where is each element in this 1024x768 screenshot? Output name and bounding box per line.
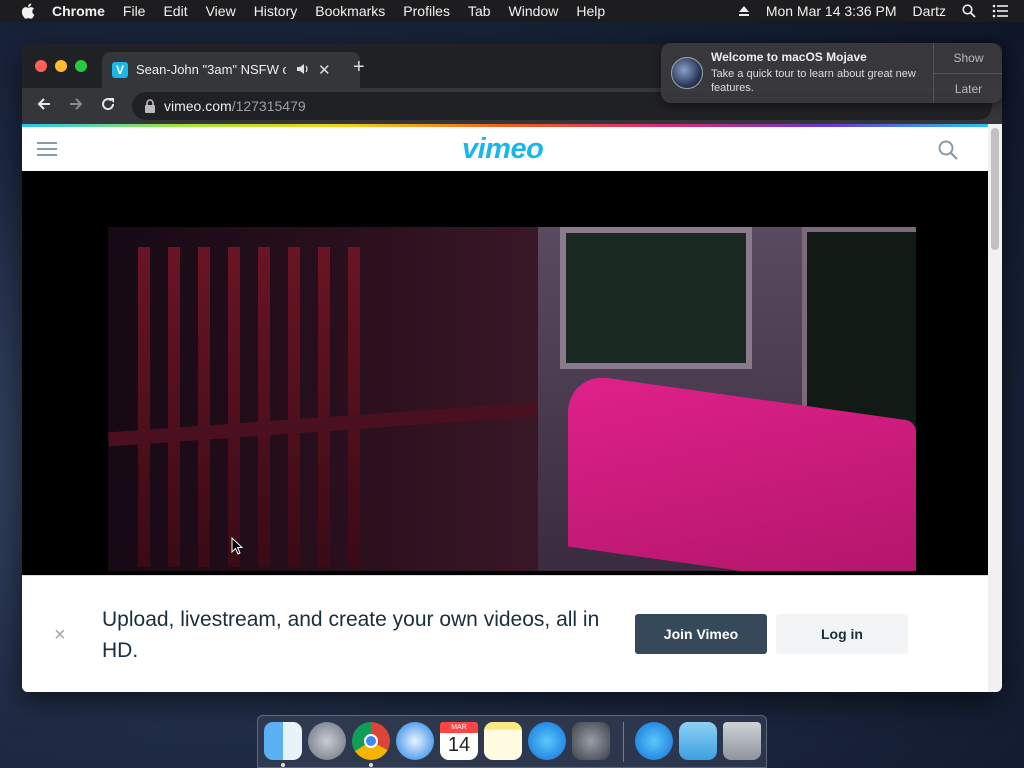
menu-bar-status: Mon Mar 14 3:36 PM Dartz [738, 0, 1024, 22]
dismiss-banner-icon[interactable]: × [54, 624, 66, 647]
chrome-icon-center [364, 734, 378, 748]
banner-headline: Upload, livestream, and create your own … [102, 608, 600, 662]
downloads-folder-icon[interactable] [679, 722, 717, 760]
url-host: vimeo.com [164, 98, 232, 114]
stair-rail [288, 247, 300, 567]
tab-vimeo[interactable]: V Sean-John "3am" NSFW o ✕ [102, 52, 360, 88]
launchpad-icon[interactable] [308, 722, 346, 760]
url-path: /127315479 [231, 98, 306, 114]
stair-rail [348, 247, 360, 567]
calendar-month: MAR [440, 722, 478, 733]
wall-picture-frame [560, 227, 752, 369]
lock-icon[interactable] [144, 99, 156, 113]
notification-body: Take a quick tour to learn about great n… [711, 68, 916, 94]
tab-title: Sean-John "3am" NSFW o [136, 62, 286, 77]
join-vimeo-button[interactable]: Join Vimeo [635, 614, 767, 654]
safari-icon[interactable] [396, 722, 434, 760]
notification-title: Welcome to macOS Mojave [711, 50, 867, 64]
mojave-icon [671, 57, 703, 89]
signup-banner: × Upload, livestream, and create your ow… [22, 575, 988, 692]
close-tab-icon[interactable]: ✕ [318, 61, 331, 79]
vimeo-logo[interactable]: vimeo [462, 133, 544, 166]
stair-rail [258, 247, 270, 567]
vimeo-favicon-icon: V [112, 62, 128, 78]
back-icon[interactable] [36, 96, 52, 112]
notification-show-button[interactable]: Show [934, 43, 1002, 74]
calendar-icon[interactable]: MAR 14 [440, 722, 478, 760]
finder-icon[interactable] [264, 722, 302, 760]
menu-window[interactable]: Window [509, 3, 559, 19]
audio-playing-icon[interactable] [296, 62, 310, 76]
menu-profiles[interactable]: Profiles [403, 3, 450, 19]
macos-notification[interactable]: Welcome to macOS Mojave Take a quick tou… [661, 43, 1002, 103]
menu-bar: Chrome File Edit View History Bookmarks … [0, 0, 1024, 22]
system-preferences-icon[interactable] [572, 722, 610, 760]
stair-rail [168, 247, 180, 567]
maximize-window-button[interactable] [75, 60, 87, 72]
forward-icon[interactable] [68, 96, 84, 112]
user-name[interactable]: Dartz [913, 3, 946, 19]
menu-edit[interactable]: Edit [163, 3, 187, 19]
mouse-cursor-icon [231, 537, 243, 555]
stair-rail [318, 247, 330, 567]
eject-icon[interactable] [738, 5, 750, 17]
menu-view[interactable]: View [206, 3, 236, 19]
apple-icon[interactable] [20, 2, 38, 20]
scrollbar-thumb[interactable] [991, 128, 999, 250]
notification-later-button[interactable]: Later [934, 74, 1002, 103]
vimeo-header: vimeo [22, 127, 988, 171]
stair-rail [198, 247, 210, 567]
app-store-download-icon[interactable] [635, 722, 673, 760]
menu-file[interactable]: File [123, 3, 146, 19]
log-in-button[interactable]: Log in [776, 614, 908, 654]
video-frame[interactable] [108, 227, 916, 571]
running-indicator [369, 763, 373, 767]
dock-separator [623, 722, 624, 762]
page-content: vimeo × Upload, livestream, and create y… [22, 127, 988, 692]
menu-bookmarks[interactable]: Bookmarks [315, 3, 385, 19]
dock: MAR 14 [257, 715, 767, 768]
close-window-button[interactable] [35, 60, 47, 72]
app-store-icon[interactable] [528, 722, 566, 760]
chrome-icon[interactable] [352, 722, 390, 760]
trash-icon[interactable] [723, 722, 761, 760]
spotlight-icon[interactable] [962, 4, 976, 18]
new-tab-icon[interactable]: + [353, 57, 365, 77]
notes-icon[interactable] [484, 722, 522, 760]
stair-rail [228, 247, 240, 567]
hamburger-menu-icon[interactable] [37, 141, 57, 157]
search-icon[interactable] [938, 140, 958, 160]
video-player[interactable] [22, 171, 988, 575]
minimize-window-button[interactable] [55, 60, 67, 72]
menu-app-chrome[interactable]: Chrome [52, 3, 105, 19]
clock[interactable]: Mon Mar 14 3:36 PM [766, 3, 897, 19]
calendar-day: 14 [447, 734, 471, 756]
stair-rail [138, 247, 150, 567]
menu-tab[interactable]: Tab [468, 3, 491, 19]
browser-window: V Sean-John "3am" NSFW o ✕ + vimeo.com/1… [22, 44, 1002, 692]
notification-center-icon[interactable] [992, 4, 1008, 18]
url-text[interactable]: vimeo.com/127315479 [164, 98, 306, 114]
reload-icon[interactable] [100, 96, 116, 112]
menu-history[interactable]: History [254, 3, 298, 19]
notification-actions: Show Later [933, 43, 1002, 103]
running-indicator [281, 763, 285, 767]
menu-help[interactable]: Help [576, 3, 605, 19]
page-scrollbar[interactable] [988, 124, 1002, 692]
